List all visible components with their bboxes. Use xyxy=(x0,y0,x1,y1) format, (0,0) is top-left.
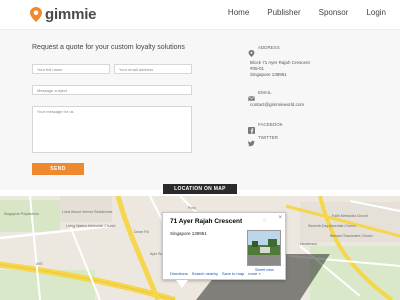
map-label-living-waters-church: Living Waters Methodist Church xyxy=(66,224,116,228)
address-line-2: #05-01 xyxy=(250,66,265,71)
contact-section: Request a quote for your custom loyalty … xyxy=(0,30,400,190)
main-nav: Home Publisher Sponsor Login xyxy=(210,8,386,17)
nav-publisher[interactable]: Publisher xyxy=(267,8,300,17)
info-window-pointer xyxy=(176,280,188,288)
map-label-faith-methodist-church: Faith Methodist Church xyxy=(332,214,369,218)
map-label-lions-mount-vernon: Lions Mount Vernon Residences xyxy=(62,210,113,214)
info-window-links: Directions Search nearby Save to map mor… xyxy=(170,271,265,276)
twitter-bird-icon xyxy=(248,134,255,147)
location-on-map-button[interactable]: LOCATION ON MAP xyxy=(163,184,237,194)
nav-login[interactable]: Login xyxy=(366,8,386,17)
map-label-pony: Pony xyxy=(188,206,196,210)
map-info-window: 71 Ayer Rajah Crescent ☆ × Singapore 139… xyxy=(162,212,286,280)
address-line-3: Singapore 139951 xyxy=(250,72,287,77)
brand-name: gimmie xyxy=(45,6,97,23)
twitter-label: TWITTER xyxy=(258,135,278,140)
email-input[interactable]: Your email address xyxy=(114,64,192,74)
address-line-1: Block 71 Ayer Rajah Crescent xyxy=(250,60,310,65)
close-icon[interactable]: × xyxy=(278,215,282,221)
email-label: EMAIL xyxy=(258,90,272,95)
info-window-address: Singapore 139951 xyxy=(170,231,207,236)
street-view-thumbnail[interactable] xyxy=(247,230,281,266)
form-title: Request a quote for your custom loyalty … xyxy=(32,44,185,51)
info-window-title: 71 Ayer Rajah Crescent xyxy=(170,218,243,225)
send-button[interactable]: SEND xyxy=(32,163,84,175)
map-label-dover-rd: Dover Rd xyxy=(134,230,149,234)
message-textarea[interactable]: Your message for us xyxy=(32,106,192,153)
star-icon[interactable]: ☆ xyxy=(262,217,267,224)
email-address-link[interactable]: contact@gimmieworld.com xyxy=(250,102,304,108)
map-label-henderson: Henderson xyxy=(300,242,318,246)
nav-sponsor[interactable]: Sponsor xyxy=(319,8,349,17)
envelope-icon xyxy=(248,89,255,101)
facebook-icon xyxy=(248,121,255,134)
search-nearby-link[interactable]: Search nearby xyxy=(192,271,218,276)
top-navigation-bar: gimmie Home Publisher Sponsor Login xyxy=(0,0,400,30)
map-label-singapore-polytechnic: Singapore Polytechnic xyxy=(4,212,39,216)
facebook-label: FACEBOOK xyxy=(258,122,283,127)
nav-home[interactable]: Home xyxy=(228,8,249,17)
save-to-map-link[interactable]: Save to map xyxy=(222,271,244,276)
directions-link[interactable]: Directions xyxy=(170,271,188,276)
brand-logo[interactable]: gimmie xyxy=(30,6,97,23)
more-link[interactable]: more » xyxy=(248,271,260,276)
location-pin-icon xyxy=(248,44,255,57)
map-label-seventh-day-adventist: Seventh-Day Adventist Church xyxy=(308,224,356,228)
map-label-blessed-sacrament: Blessed Sacrament Church xyxy=(330,234,373,238)
full-name-input[interactable]: Your full name xyxy=(32,64,110,74)
map-label-aye: AYE xyxy=(36,262,43,266)
subject-input[interactable]: Message subject xyxy=(32,85,192,95)
address-label: ADDRESS xyxy=(258,45,280,50)
location-pin-logo-icon xyxy=(30,7,42,22)
